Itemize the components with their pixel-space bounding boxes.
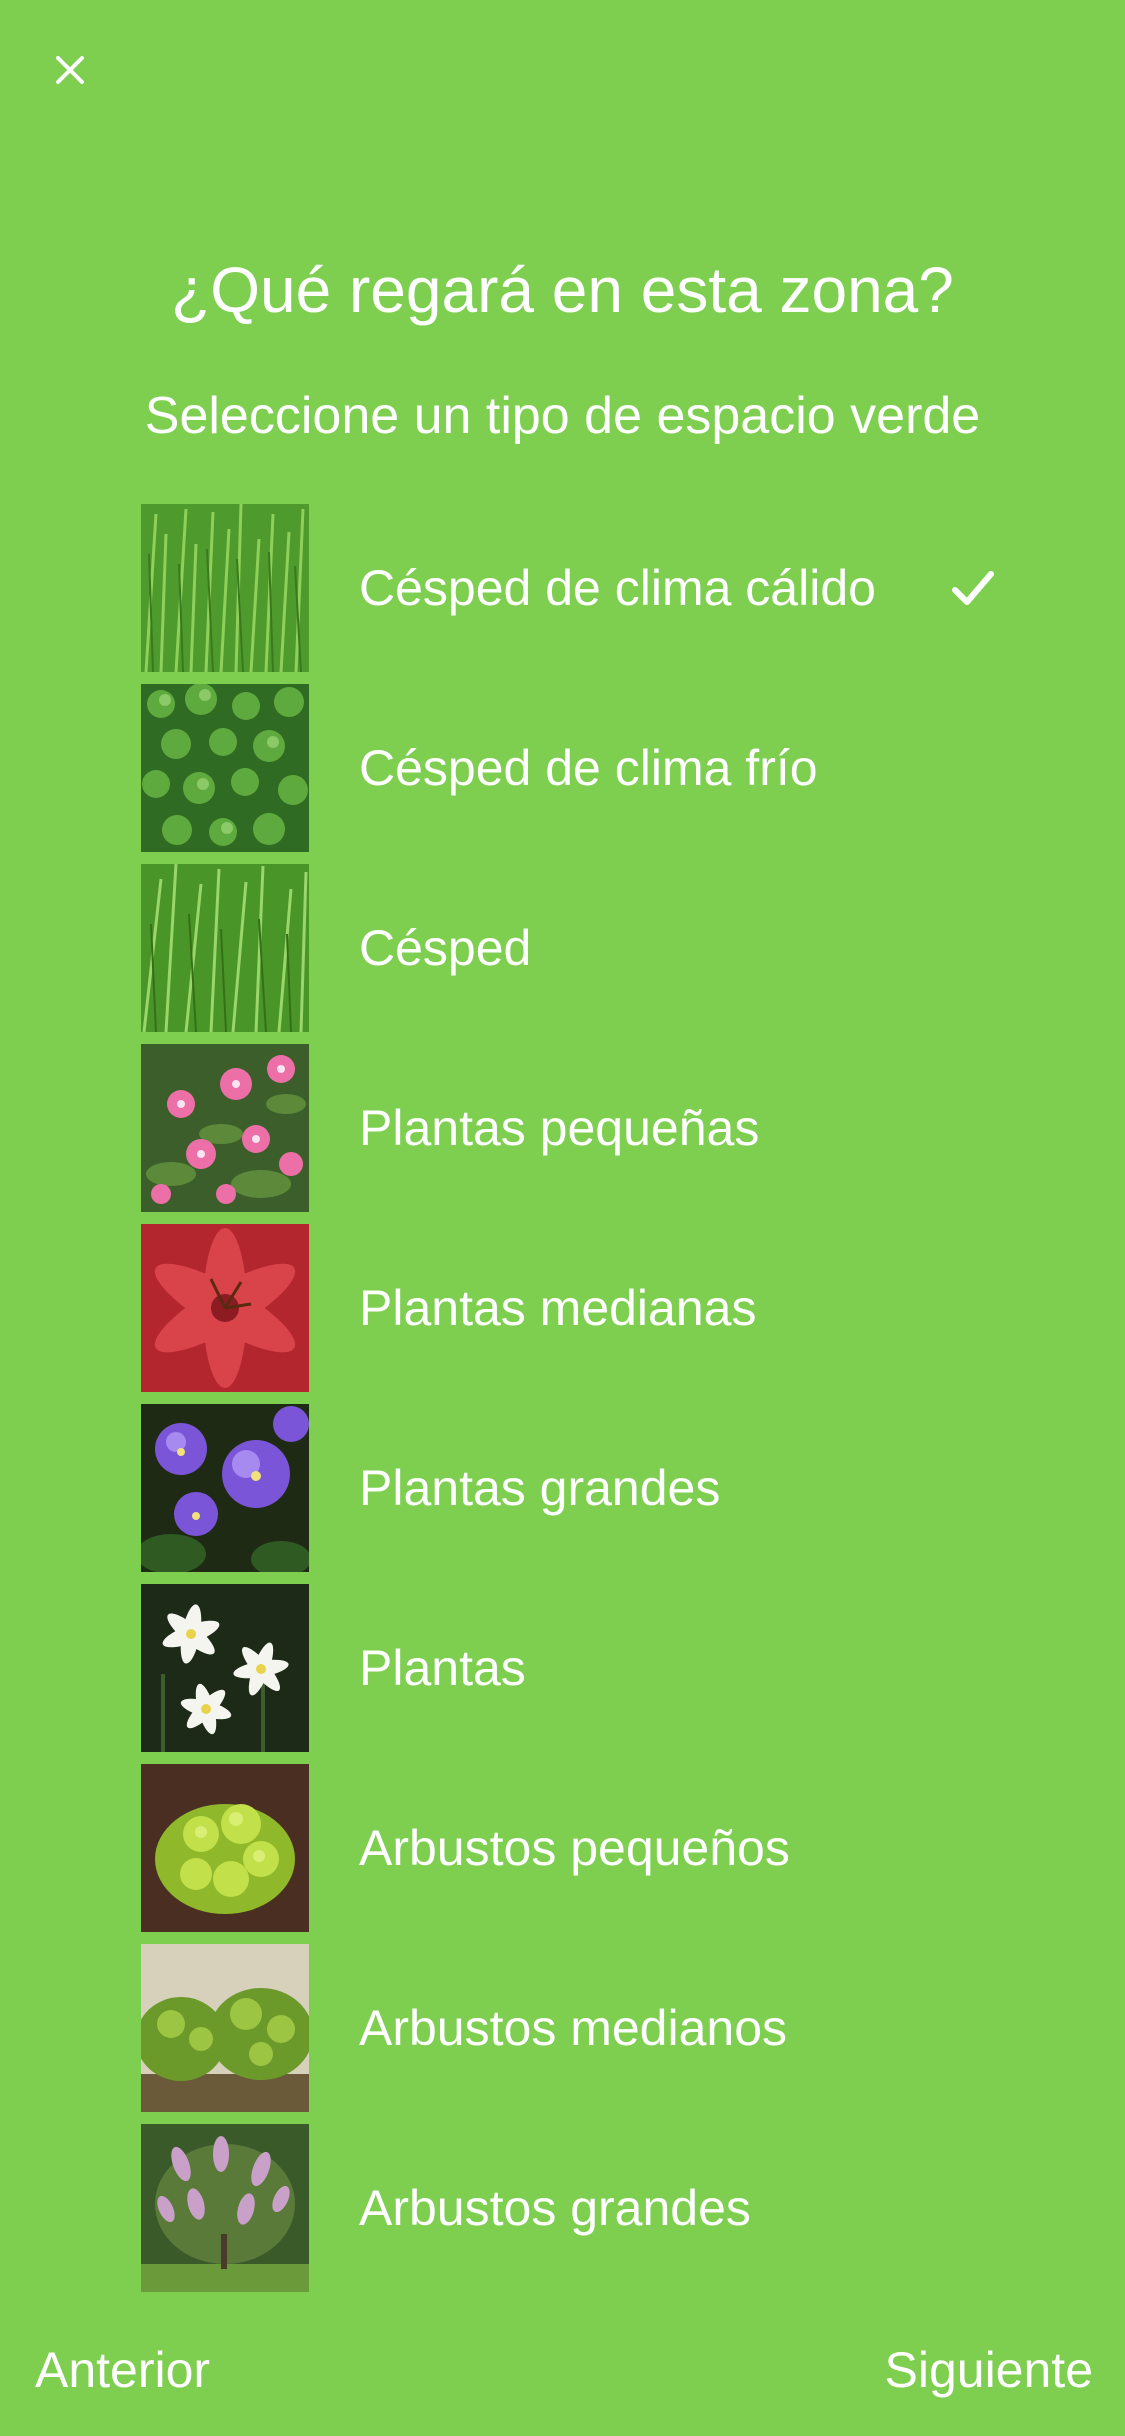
option-label: Plantas pequeñas — [359, 1100, 760, 1156]
option-row-medium-plants[interactable]: Plantas medianas — [141, 1224, 1001, 1392]
medium-shrubs-image — [141, 1944, 309, 2112]
page-subtitle: Seleccione un tipo de espacio verde — [144, 387, 981, 445]
option-row-plants[interactable]: Plantas — [141, 1584, 1001, 1752]
option-label: Plantas grandes — [359, 1460, 721, 1516]
small-plants-image — [141, 1044, 309, 1212]
option-label: Césped — [359, 920, 532, 976]
option-row-warm-grass[interactable]: Césped de clima cálido — [141, 504, 1001, 672]
plants-image — [141, 1584, 309, 1752]
option-label: Césped de clima frío — [359, 740, 818, 796]
option-label: Césped de clima cálido — [359, 560, 876, 616]
option-label: Plantas medianas — [359, 1280, 757, 1336]
warm-grass-image — [141, 504, 309, 672]
next-button[interactable]: Siguiente — [885, 2340, 1094, 2400]
option-label: Plantas — [359, 1640, 526, 1696]
small-shrubs-image — [141, 1764, 309, 1932]
grass-image — [141, 864, 309, 1032]
option-row-grass[interactable]: Césped — [141, 864, 1001, 1032]
large-plants-image — [141, 1404, 309, 1572]
previous-button[interactable]: Anterior — [35, 2340, 210, 2400]
option-label: Arbustos medianos — [359, 2000, 788, 2056]
option-row-medium-shrubs[interactable]: Arbustos medianos — [141, 1944, 1001, 2112]
page-title: ¿Qué regará en esta zona? — [171, 254, 954, 326]
option-row-cool-grass[interactable]: Césped de clima frío — [141, 684, 1001, 852]
option-row-small-shrubs[interactable]: Arbustos pequeños — [141, 1764, 1001, 1932]
close-icon — [56, 56, 84, 84]
medium-plants-image — [141, 1224, 309, 1392]
cool-grass-image — [141, 684, 309, 852]
close-button[interactable] — [40, 40, 100, 100]
large-shrubs-image — [141, 2124, 309, 2292]
option-row-large-shrubs[interactable]: Arbustos grandes — [141, 2124, 1001, 2292]
option-row-small-plants[interactable]: Plantas pequeñas — [141, 1044, 1001, 1212]
green-space-list: Césped de clima cálido Césped de clima f… — [141, 504, 1001, 2304]
checkmark-icon — [952, 571, 994, 605]
option-label: Arbustos pequeños — [359, 1820, 790, 1876]
option-label: Arbustos grandes — [359, 2180, 751, 2236]
option-row-large-plants[interactable]: Plantas grandes — [141, 1404, 1001, 1572]
